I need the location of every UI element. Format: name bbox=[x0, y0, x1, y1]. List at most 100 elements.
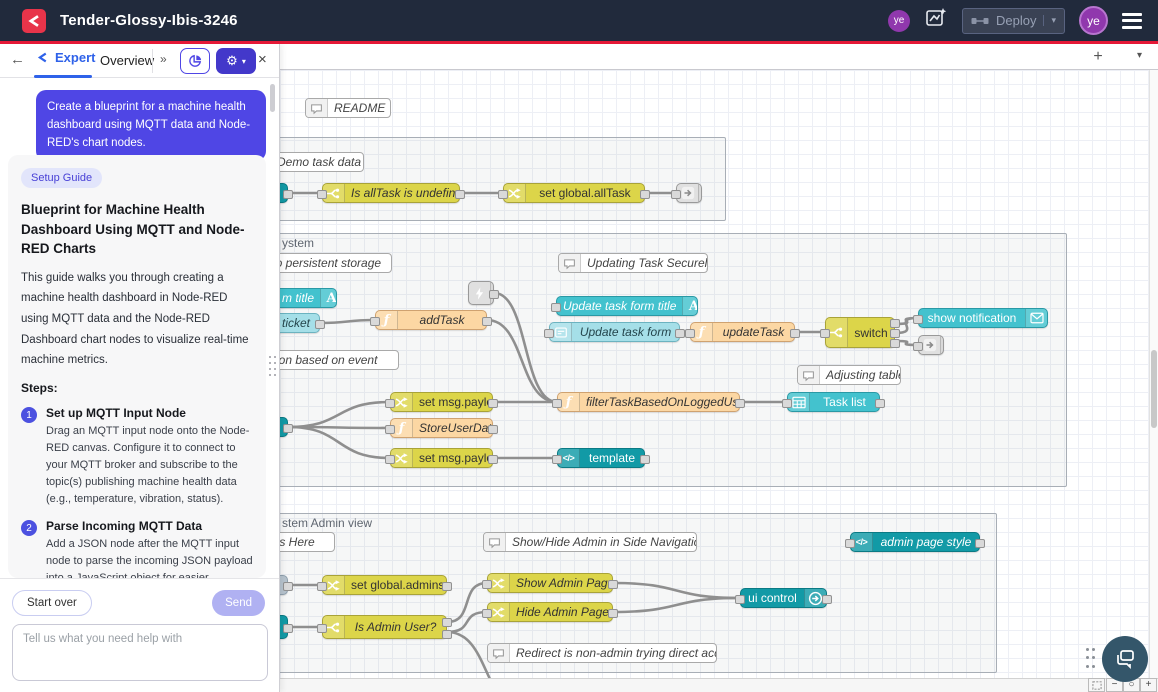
settings-button[interactable]: ⚙▾ bbox=[216, 48, 256, 74]
input-port[interactable] bbox=[552, 399, 562, 408]
node-admin-page-style[interactable]: </>admin page style bbox=[850, 532, 980, 552]
input-port[interactable] bbox=[671, 190, 681, 199]
comment-demo-task-data[interactable]: Demo task data bbox=[280, 152, 364, 172]
node-set-msg-payload-2[interactable]: set msg.payload bbox=[390, 448, 493, 468]
close-icon[interactable]: × bbox=[258, 51, 267, 68]
node-is-alltask-undefined[interactable]: Is allTask is undefined bbox=[322, 183, 460, 203]
output-port[interactable] bbox=[608, 580, 618, 589]
output-port[interactable] bbox=[735, 399, 745, 408]
node-cut-link-admin[interactable] bbox=[280, 575, 288, 595]
input-port[interactable] bbox=[551, 303, 561, 312]
avatar-small[interactable]: ye bbox=[888, 10, 910, 32]
output-port[interactable] bbox=[975, 539, 985, 548]
output-port[interactable] bbox=[890, 319, 900, 328]
node-set-global-admins[interactable]: set global.admins bbox=[322, 575, 447, 595]
back-arrow-icon[interactable]: ← bbox=[10, 51, 25, 68]
output-port[interactable] bbox=[488, 425, 498, 434]
output-port[interactable] bbox=[890, 329, 900, 338]
input-port[interactable] bbox=[782, 399, 792, 408]
chart-button[interactable] bbox=[180, 48, 210, 74]
output-port[interactable] bbox=[442, 618, 452, 627]
output-port[interactable] bbox=[822, 595, 832, 604]
output-port[interactable] bbox=[489, 290, 499, 299]
zoom-in-button[interactable]: + bbox=[1140, 678, 1157, 692]
output-port[interactable] bbox=[875, 399, 885, 408]
input-port[interactable] bbox=[482, 580, 492, 589]
deploy-caret-icon[interactable]: ▾ bbox=[1043, 15, 1056, 26]
node-cut-inject-admin[interactable] bbox=[280, 615, 288, 639]
output-port[interactable] bbox=[442, 630, 452, 639]
input-port[interactable] bbox=[913, 315, 923, 324]
input-port[interactable] bbox=[685, 329, 695, 338]
node-template[interactable]: </>template bbox=[557, 448, 645, 468]
flow-canvas[interactable]: ystemstem Admin viewREADMEDemo task data… bbox=[280, 44, 1158, 692]
vertical-scrollbar[interactable] bbox=[1149, 70, 1158, 678]
input-port[interactable] bbox=[845, 539, 855, 548]
output-port[interactable] bbox=[488, 399, 498, 408]
fit-view-button[interactable] bbox=[1088, 678, 1105, 692]
panel-resize-grip[interactable] bbox=[269, 356, 277, 378]
output-port[interactable] bbox=[482, 317, 492, 326]
output-port[interactable] bbox=[283, 582, 293, 591]
deploy-button[interactable]: Deploy ▾ bbox=[962, 8, 1065, 34]
input-port[interactable] bbox=[385, 399, 395, 408]
output-port[interactable] bbox=[890, 339, 900, 348]
input-port[interactable] bbox=[317, 190, 327, 199]
horizontal-scrollbar[interactable] bbox=[280, 678, 1158, 692]
node-hide-admin-page[interactable]: Hide Admin Page bbox=[487, 602, 613, 622]
node-show-admin-page[interactable]: Show Admin Page bbox=[487, 573, 613, 593]
comment-updating-task-securely[interactable]: Updating Task Securely bbox=[558, 253, 708, 273]
flow-list-caret-icon[interactable]: ▾ bbox=[1137, 50, 1142, 61]
node-switch[interactable]: switch bbox=[825, 317, 895, 348]
comment-redirect-non-admin[interactable]: Redirect is non-admin trying direct acce… bbox=[487, 643, 717, 663]
output-port[interactable] bbox=[455, 190, 465, 199]
output-port[interactable] bbox=[488, 455, 498, 464]
output-port[interactable] bbox=[640, 190, 650, 199]
input-port[interactable] bbox=[820, 329, 830, 338]
comment-admins-here[interactable]: mins Here bbox=[280, 532, 335, 552]
tab-expert[interactable]: Expert bbox=[36, 50, 95, 65]
output-port[interactable] bbox=[283, 424, 293, 433]
output-port[interactable] bbox=[640, 455, 650, 464]
tab-overview[interactable]: Overview bbox=[100, 53, 154, 68]
node-show-notification[interactable]: show notification bbox=[918, 308, 1048, 328]
comment-show-hide-admin[interactable]: Show/Hide Admin in Side Navigation bbox=[483, 532, 697, 552]
node-form-title-cut[interactable]: Am title bbox=[280, 288, 337, 308]
node-set-msg-payload-1[interactable]: set msg.payload bbox=[390, 392, 493, 412]
node-addtask[interactable]: ƒaddTask bbox=[375, 310, 487, 330]
node-filtertask[interactable]: ƒfilterTaskBasedOnLoggedUser bbox=[557, 392, 740, 412]
input-port[interactable] bbox=[385, 425, 395, 434]
node-ticket-cut[interactable]: ticket bbox=[280, 313, 320, 333]
avatar-user[interactable]: ye bbox=[1079, 6, 1108, 35]
comment-action-based-on-event[interactable]: action based on event bbox=[280, 350, 399, 370]
drag-handle-icon[interactable] bbox=[1086, 648, 1098, 670]
input-port[interactable] bbox=[482, 609, 492, 618]
output-port[interactable] bbox=[790, 329, 800, 338]
output-port[interactable] bbox=[283, 624, 293, 633]
add-flow-button[interactable]: + bbox=[1084, 46, 1112, 67]
node-is-admin-user[interactable]: Is Admin User? bbox=[322, 615, 447, 639]
input-port[interactable] bbox=[498, 190, 508, 199]
node-cut-inject-demo[interactable] bbox=[280, 183, 288, 203]
input-port[interactable] bbox=[385, 455, 395, 464]
node-storeuserdata[interactable]: ƒStoreUserData bbox=[390, 418, 493, 438]
node-cut-inject-task[interactable] bbox=[280, 417, 288, 437]
start-over-button[interactable]: Start over bbox=[12, 590, 92, 616]
sidebar-scrollbar-thumb[interactable] bbox=[270, 84, 275, 112]
comment-persistent-storage[interactable]: sk to persistent storage bbox=[280, 253, 392, 273]
input-port[interactable] bbox=[317, 624, 327, 633]
output-port[interactable] bbox=[315, 320, 325, 329]
chat-launcher-button[interactable] bbox=[1102, 636, 1148, 682]
menu-icon[interactable] bbox=[1122, 9, 1142, 32]
output-port[interactable] bbox=[283, 190, 293, 199]
input-port[interactable] bbox=[544, 329, 554, 338]
node-task-list[interactable]: Task list bbox=[787, 392, 880, 412]
node-link-out-demo[interactable] bbox=[676, 183, 702, 203]
node-updatetask[interactable]: ƒupdateTask bbox=[690, 322, 795, 342]
node-update-task-form[interactable]: Update task form bbox=[549, 322, 680, 342]
node-link-out-switch[interactable] bbox=[918, 335, 944, 355]
ai-assistant-icon[interactable] bbox=[924, 6, 948, 35]
input-port[interactable] bbox=[370, 317, 380, 326]
node-ui-control[interactable]: ui control bbox=[740, 588, 827, 608]
output-port[interactable] bbox=[608, 609, 618, 618]
